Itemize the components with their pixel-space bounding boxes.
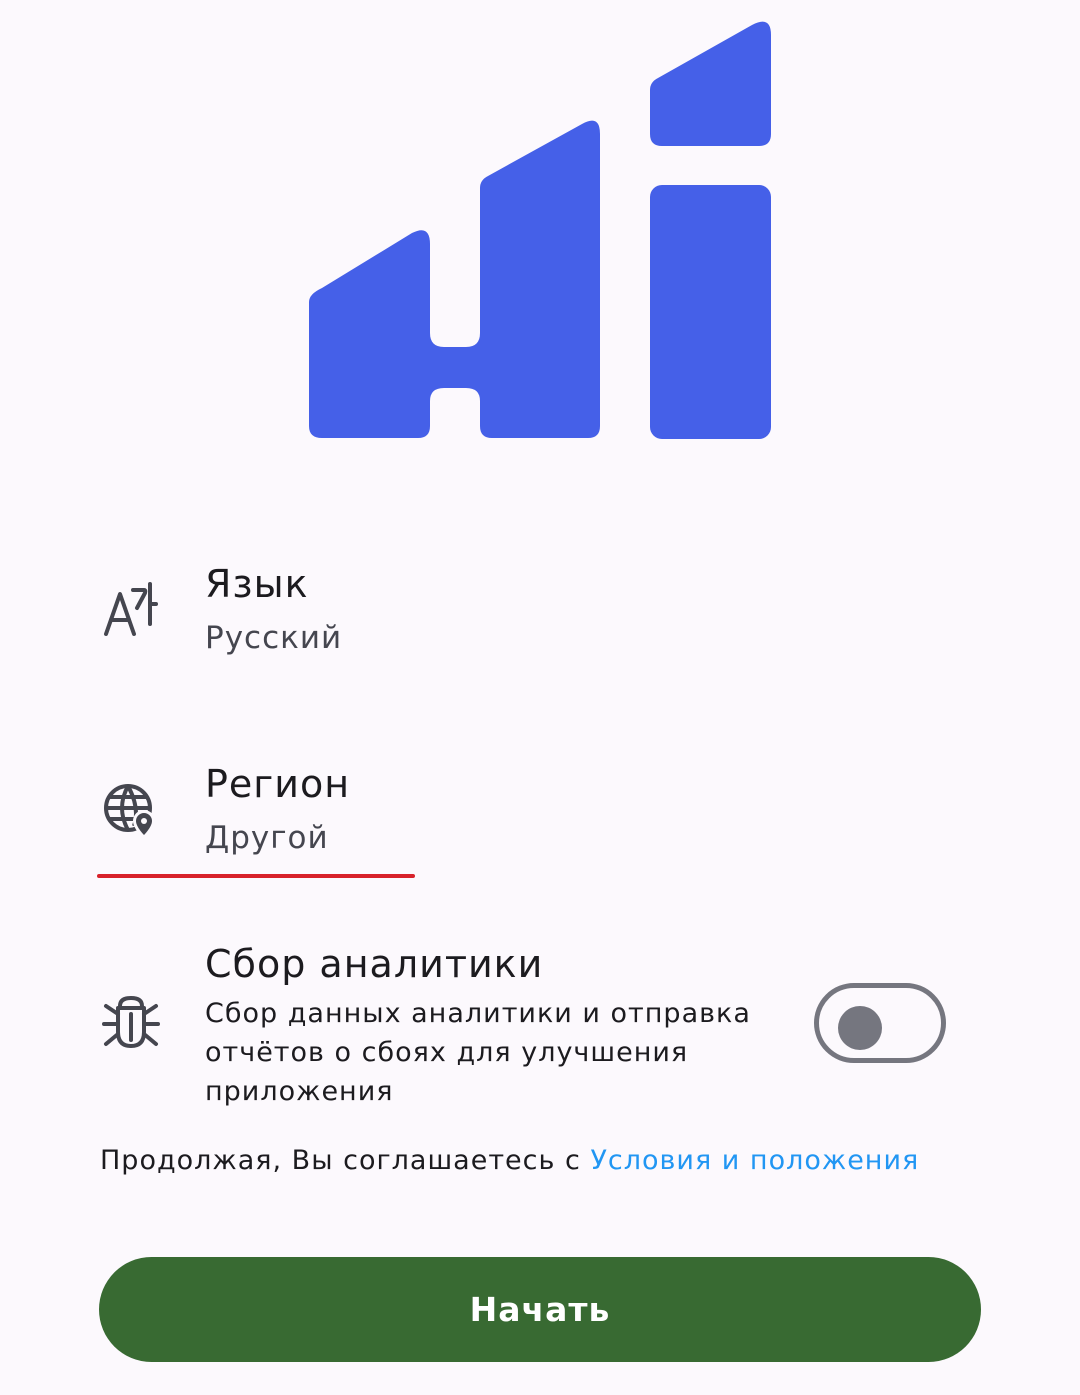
translate-icon [104, 582, 158, 636]
region-setting[interactable]: Регион Другой [0, 760, 1080, 880]
terms-text: Продолжая, Вы соглашаетесь с Условия и п… [100, 1145, 919, 1176]
terms-prefix: Продолжая, Вы соглашаетесь с [100, 1145, 591, 1176]
hi-logo-icon [309, 21, 771, 439]
onboarding-screen: Язык Русский Регион Другой Сбор аналитик… [0, 0, 1080, 1395]
language-setting[interactable]: Язык Русский [0, 560, 1080, 680]
globe-location-icon [104, 784, 155, 839]
language-value: Русский [205, 620, 343, 656]
toggle-knob [838, 1006, 882, 1050]
start-button[interactable]: Начать [99, 1257, 981, 1362]
region-underline [97, 874, 415, 878]
bug-icon [102, 996, 160, 1048]
terms-link[interactable]: Условия и положения [590, 1145, 919, 1176]
analytics-title: Сбор аналитики [205, 942, 544, 986]
analytics-toggle[interactable] [814, 983, 946, 1063]
language-title: Язык [205, 562, 309, 606]
region-title: Регион [205, 762, 351, 806]
region-value: Другой [205, 820, 329, 856]
analytics-description: Сбор данных аналитики и отправка отчётов… [205, 998, 751, 1107]
